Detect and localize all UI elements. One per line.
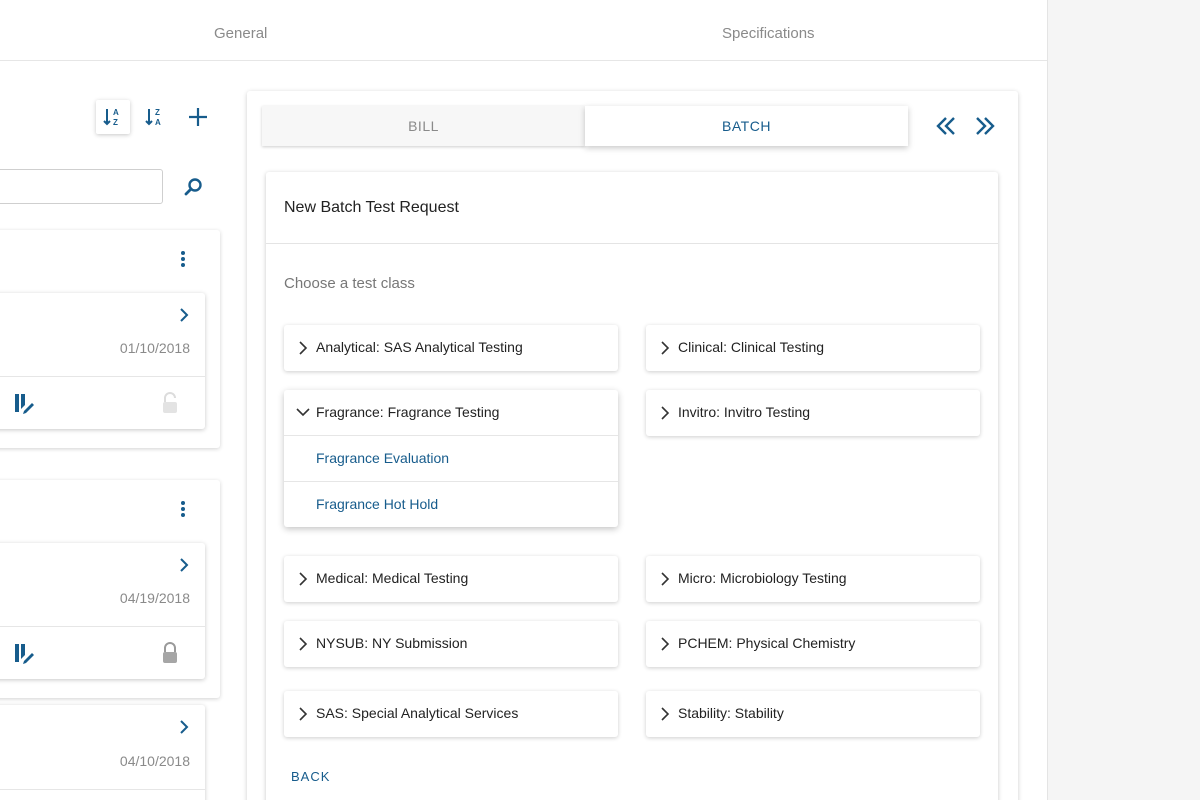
subitem-label: Fragrance Evaluation [316, 450, 450, 466]
test-class-medical[interactable]: Medical: Medical Testing [284, 556, 618, 602]
chevron-right-icon [661, 341, 670, 355]
card-divider [0, 626, 205, 627]
record-card[interactable]: 01/10/2018 [0, 293, 205, 429]
test-class-label: NYSUB: NY Submission [316, 635, 468, 651]
test-class-label: Medical: Medical Testing [316, 570, 469, 586]
top-tab-bar: General Specifications [0, 0, 1047, 61]
svg-text:A: A [113, 108, 119, 117]
test-class-nysub[interactable]: NYSUB: NY Submission [284, 621, 618, 667]
tab-batch[interactable]: BATCH [585, 106, 908, 146]
search-icon [184, 178, 202, 196]
search-input[interactable] [0, 169, 163, 204]
chevron-down-icon [296, 408, 310, 417]
sort-az-button[interactable]: A Z [96, 100, 130, 134]
edit-icon[interactable] [12, 391, 36, 415]
test-class-sas[interactable]: SAS: Special Analytical Services [284, 691, 618, 737]
test-class-label: Fragrance: Fragrance Testing [316, 404, 500, 420]
double-chevron-left-icon [936, 117, 955, 135]
request-title: New Batch Test Request [284, 199, 459, 216]
test-class-label: SAS: Special Analytical Services [316, 705, 519, 721]
sort-za-button[interactable]: Z A [138, 100, 172, 134]
chevron-right-icon [299, 707, 308, 721]
test-class-clinical[interactable]: Clinical: Clinical Testing [646, 325, 980, 371]
chevron-right-icon[interactable] [178, 558, 190, 572]
test-class-label: PCHEM: Physical Chemistry [678, 635, 856, 651]
test-class-label: Micro: Microbiology Testing [678, 570, 847, 586]
chevron-right-icon[interactable] [178, 720, 190, 734]
tab-general[interactable]: General [214, 25, 267, 42]
card-divider [0, 376, 205, 377]
test-class-label: Clinical: Clinical Testing [678, 339, 825, 355]
chevron-right-icon [661, 707, 670, 721]
test-class-fragrance-expanded: Fragrance: Fragrance Testing Fragrance E… [284, 390, 618, 527]
test-class-label: Stability: Stability [678, 705, 784, 721]
svg-text:Z: Z [113, 118, 118, 127]
next-button[interactable] [973, 114, 997, 138]
chevron-right-icon [299, 572, 308, 586]
chevron-right-icon [299, 341, 308, 355]
back-button[interactable]: BACK [291, 769, 330, 784]
test-class-micro[interactable]: Micro: Microbiology Testing [646, 556, 980, 602]
test-class-analytical[interactable]: Analytical: SAS Analytical Testing [284, 325, 618, 371]
test-class-label: Invitro: Invitro Testing [678, 404, 811, 420]
test-class-label: Analytical: SAS Analytical Testing [316, 339, 523, 355]
add-button[interactable] [181, 100, 215, 134]
chevron-right-icon [661, 572, 670, 586]
record-date: 01/10/2018 [119, 340, 190, 356]
choose-test-class-label: Choose a test class [284, 275, 415, 292]
test-class-invitro[interactable]: Invitro: Invitro Testing [646, 390, 980, 436]
edit-icon[interactable] [12, 641, 36, 665]
test-class-pchem[interactable]: PCHEM: Physical Chemistry [646, 621, 980, 667]
bill-batch-toggle: BILL BATCH [262, 106, 908, 146]
tab-specifications[interactable]: Specifications [722, 25, 815, 42]
lock-closed-icon[interactable] [160, 642, 180, 664]
record-date: 04/19/2018 [119, 590, 190, 606]
app-window: General Specifications A Z Z A 01/10/201… [0, 0, 1048, 800]
subitem-label: Fragrance Hot Hold [316, 496, 439, 512]
chevron-right-icon [299, 637, 308, 651]
chevron-right-icon [661, 406, 670, 420]
svg-text:A: A [155, 118, 161, 127]
record-card[interactable]: 04/10/2018 [0, 705, 205, 800]
test-class-stability[interactable]: Stability: Stability [646, 691, 980, 737]
record-date: 04/10/2018 [119, 753, 190, 769]
kebab-menu-icon[interactable] [180, 250, 186, 268]
sort-az-icon: A Z [103, 108, 119, 127]
previous-button[interactable] [934, 114, 958, 138]
kebab-menu-icon[interactable] [180, 500, 186, 518]
title-divider [266, 243, 998, 244]
double-chevron-right-icon [976, 117, 995, 135]
svg-text:Z: Z [155, 108, 160, 117]
sort-za-icon: Z A [145, 108, 161, 127]
subitem-fragrance-hot-hold[interactable]: Fragrance Hot Hold [284, 481, 618, 527]
subitem-fragrance-evaluation[interactable]: Fragrance Evaluation [284, 435, 618, 481]
card-divider [0, 789, 205, 790]
page-background [1049, 0, 1200, 800]
test-class-fragrance[interactable]: Fragrance: Fragrance Testing [284, 390, 618, 435]
chevron-right-icon[interactable] [178, 308, 190, 322]
lock-open-icon[interactable] [160, 392, 180, 414]
plus-icon [189, 108, 207, 126]
chevron-right-icon [661, 637, 670, 651]
record-card[interactable]: 04/19/2018 [0, 543, 205, 679]
search-button[interactable] [182, 175, 206, 199]
tab-bill[interactable]: BILL [262, 106, 585, 146]
